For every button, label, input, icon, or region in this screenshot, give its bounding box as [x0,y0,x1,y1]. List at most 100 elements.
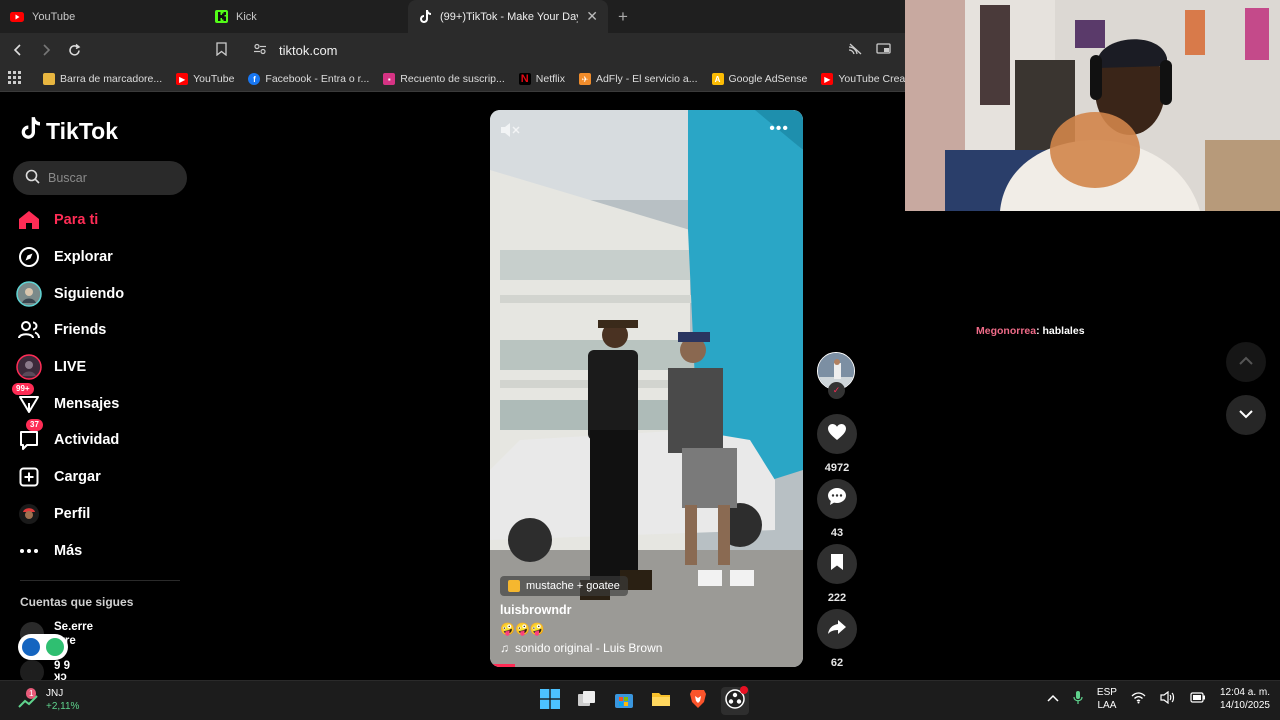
nav-cargar[interactable]: Cargar [16,459,124,496]
brave-lion-icon [689,689,707,714]
volume-icon[interactable] [1160,690,1176,707]
comment-action: 43 [817,479,857,539]
back-button[interactable] [6,38,30,62]
windows-logo-icon [540,688,560,714]
battery-icon[interactable] [1190,692,1206,706]
effect-tag[interactable]: mustache + goatee [500,576,628,596]
stock-chart-icon: 1 [18,688,38,710]
extension-logo-icon [22,638,40,656]
stock-widget[interactable]: 1 JNJ +2,11% [18,687,79,713]
nav-explorar[interactable]: Explorar [16,239,124,276]
previous-video-button[interactable] [1226,342,1266,382]
bookmark-recuento[interactable]: ▪ Recuento de suscrip... [383,73,505,85]
nav-mas[interactable]: Más [16,532,124,569]
wifi-icon[interactable] [1131,691,1146,707]
brave-browser-button[interactable] [684,687,712,715]
effect-name: mustache + goatee [526,580,620,592]
reload-button[interactable] [62,38,86,62]
nav-para-ti[interactable]: Para ti [16,202,124,239]
video-player[interactable]: ••• mustache + goatee luisbrowndr 🤪🤪🤪 ♫ … [490,110,803,667]
clock-date: 14/10/2025 [1219,700,1270,711]
nav-label: Friends [54,322,107,339]
volume-muted-icon[interactable] [500,122,520,143]
forward-button[interactable] [34,38,58,62]
chevron-up-icon [1238,353,1254,371]
address-bar[interactable]: tiktok.com [98,37,899,63]
keyboard-layout: LAA [1097,700,1117,711]
store-button[interactable] [610,687,638,715]
cast-off-icon[interactable] [848,43,862,58]
home-icon [16,207,42,233]
bookmark-netflix[interactable]: N Netflix [518,73,565,85]
tab-youtube[interactable]: YouTube [0,0,204,33]
obs-button[interactable] [721,685,749,715]
stream-chat-message: Megonorrea: hablales [976,325,1085,337]
nav-perfil[interactable]: Perfil [16,496,124,533]
following-avatar-icon [16,280,42,307]
nav-label: Actividad [54,432,120,449]
clock-time: 12:04 a. m. [1219,687,1270,698]
heart-icon [827,423,847,446]
more-options-icon[interactable]: ••• [769,120,789,138]
tab-kick[interactable]: Kick [204,0,408,33]
language-indicator[interactable]: ESP LAA [1097,686,1117,712]
bookmark-icon [830,553,844,576]
save-button[interactable] [817,544,857,584]
search-icon [25,169,40,187]
comment-button[interactable] [817,479,857,519]
following-check-icon[interactable]: ✓ [828,382,845,399]
apps-grid-icon[interactable] [8,71,21,87]
tiktok-logo[interactable]: TikTok [20,116,118,146]
tab-tiktok[interactable]: (99+)TikTok - Make Your Day ✕ [408,0,608,33]
extension-floating-button[interactable] [18,634,68,660]
chat-username: Megonorrea [976,325,1037,337]
browser-tabbar: YouTube Kick (99+)TikTok - Make Your Day… [0,0,905,33]
messages-icon: 99+ [12,382,42,417]
nav-actividad[interactable]: 37 Actividad [16,419,124,459]
share-action: 62 [817,609,857,669]
browser-navbar: tiktok.com [0,33,905,67]
site-settings-icon[interactable] [253,43,267,58]
nav-mensajes[interactable]: 99+ Mensajes [12,382,124,422]
nav-label: Explorar [54,249,113,266]
bookmark-icon[interactable] [216,41,227,59]
nav-label: Siguiendo [54,285,125,302]
bookmark-adsense[interactable]: A Google AdSense [711,73,807,85]
chat-text: : hablales [1036,325,1085,337]
video-username[interactable]: luisbrowndr [500,603,793,617]
activity-badge: 37 [26,419,43,432]
kick-icon [214,10,228,24]
search-input[interactable]: Buscar [13,161,187,195]
nav-friends[interactable]: Friends [16,312,124,349]
adfly-icon: ✈ [578,73,591,85]
share-button[interactable] [817,609,857,649]
bookmark-facebook[interactable]: f Facebook - Entra o r... [248,73,369,85]
new-tab-button[interactable]: + [608,0,638,33]
bookmark-folder[interactable]: Barra de marcadore... [43,73,162,85]
upload-icon [16,464,42,490]
video-progress-bar[interactable] [490,664,516,667]
search-placeholder: Buscar [48,171,87,185]
video-sound[interactable]: ♫ sonido original - Luis Brown [500,641,793,655]
bookmark-label: Recuento de suscrip... [400,73,505,85]
close-tab-icon[interactable]: ✕ [586,8,598,25]
like-button[interactable] [817,414,857,454]
bookmark-adfly[interactable]: ✈ AdFly - El servicio a... [578,73,698,85]
nav-live[interactable]: LIVE [16,349,124,386]
taskbar-apps [536,685,749,715]
tiktok-icon [20,116,40,146]
install-app-icon[interactable] [876,42,891,58]
microphone-icon[interactable] [1073,690,1083,708]
nav-siguiendo[interactable]: Siguiendo [16,275,124,312]
chevron-up-icon[interactable] [1047,694,1059,705]
task-view-button[interactable] [573,687,601,715]
bookmark-label: Netflix [535,73,565,85]
next-video-button[interactable] [1226,395,1266,435]
clock[interactable]: 12:04 a. m. 14/10/2025 [1220,686,1270,712]
file-explorer-button[interactable] [647,687,675,715]
start-button[interactable] [536,687,564,715]
bookmark-youtube[interactable]: ▶ YouTube [176,73,234,85]
nav-label: Más [54,542,83,559]
adsense-icon: A [711,73,724,85]
nav-label: Mensajes [54,395,120,412]
